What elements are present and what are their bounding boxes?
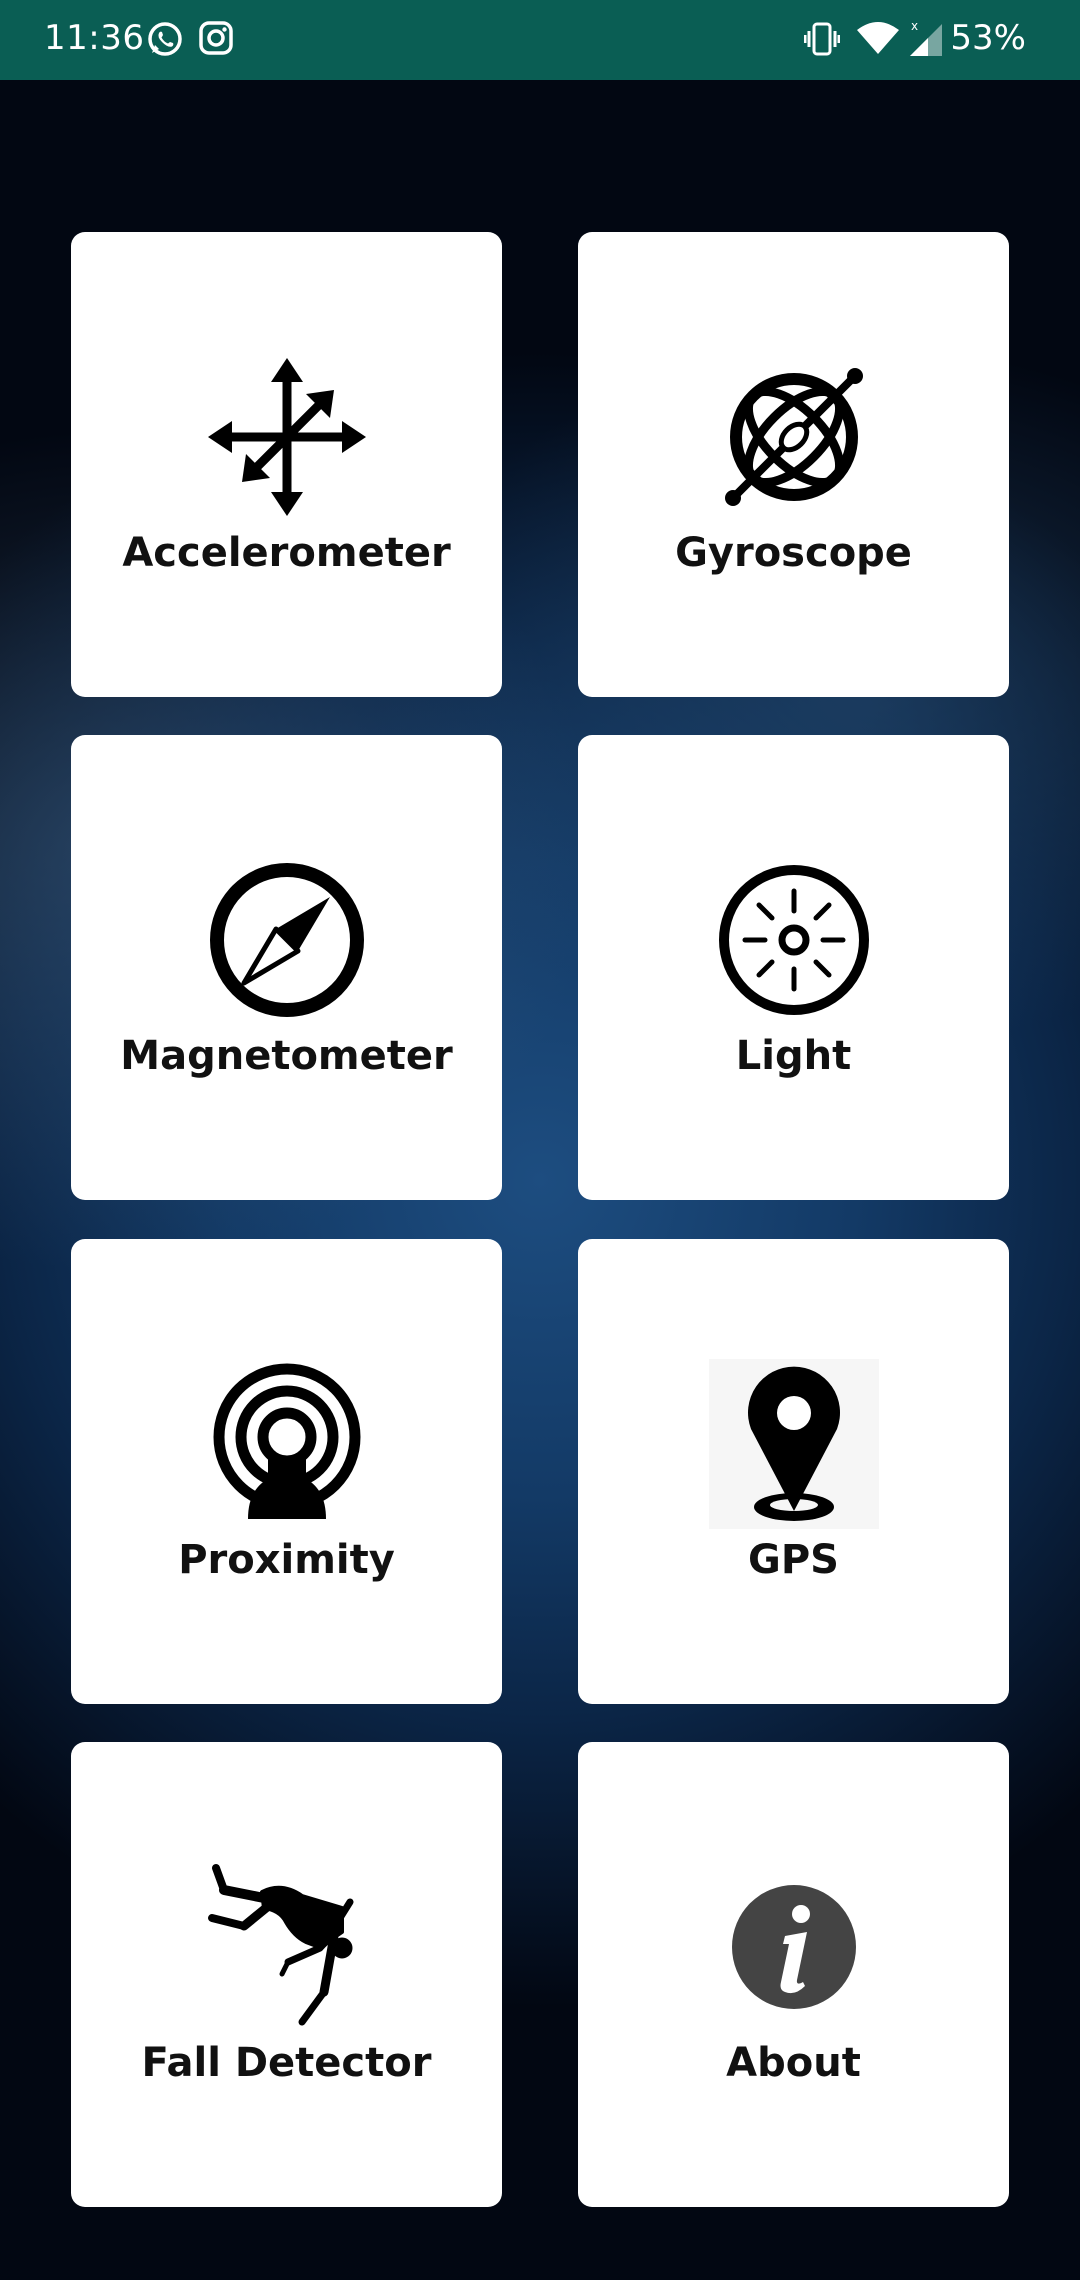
gps-card[interactable]: GPS	[578, 1239, 1009, 1704]
magnetometer-card[interactable]: Magnetometer	[71, 735, 502, 1200]
about-label: About	[726, 2040, 861, 2086]
accelerometer-label: Accelerometer	[122, 530, 451, 576]
info-icon	[709, 1862, 879, 2032]
sensor-grid: Accelerometer Gyroscope Magnetometer Lig…	[0, 0, 1080, 2280]
fall-detector-card[interactable]: Fall Detector	[71, 1742, 502, 2207]
light-card[interactable]: Light	[578, 735, 1009, 1200]
proximity-card[interactable]: Proximity	[71, 1239, 502, 1704]
accelerometer-icon	[202, 352, 372, 522]
proximity-icon	[202, 1359, 372, 1529]
gyroscope-icon	[709, 352, 879, 522]
gps-pin-icon	[708, 1359, 879, 1529]
compass-icon	[202, 855, 372, 1025]
gyroscope-card[interactable]: Gyroscope	[578, 232, 1009, 697]
magnetometer-label: Magnetometer	[120, 1033, 453, 1079]
fall-detector-label: Fall Detector	[141, 2040, 432, 2086]
falling-person-icon	[202, 1862, 372, 2032]
light-label: Light	[735, 1033, 852, 1079]
light-icon	[709, 855, 879, 1025]
gps-label: GPS	[748, 1537, 839, 1583]
gyroscope-label: Gyroscope	[675, 530, 912, 576]
accelerometer-card[interactable]: Accelerometer	[71, 232, 502, 697]
proximity-label: Proximity	[178, 1537, 395, 1583]
about-card[interactable]: About	[578, 1742, 1009, 2207]
